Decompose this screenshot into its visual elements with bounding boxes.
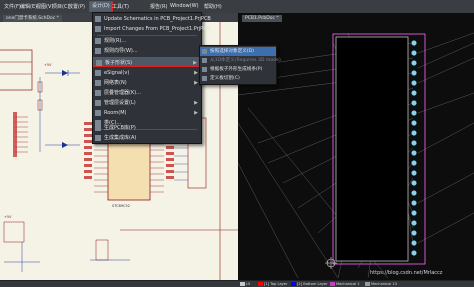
layer-color-swatch [240, 282, 245, 286]
primitives-icon [202, 67, 207, 72]
submenu-arrow-icon: ▶ [194, 80, 198, 86]
menu-item-import-changes[interactable]: Import Changes From PCB_Project1.PrjPCB [93, 24, 210, 34]
menu-view[interactable]: 视图(V) [36, 3, 53, 10]
menu-tools[interactable]: 工具(T) [112, 3, 129, 10]
svg-text:+5V: +5V [4, 215, 12, 219]
menu-bar: 文件(F) 编辑(E) 视图(V) 项目(C) 放置(P) 设计(D) 工具(T… [0, 0, 474, 14]
cutout-icon [202, 76, 207, 81]
rules-icon [95, 38, 101, 44]
layer-tab-bottom[interactable]: [2] Bottom Layer [291, 282, 328, 287]
submenu-item-define-board-cutout[interactable]: 定义板切割(C) [200, 74, 276, 83]
layer-sets-icon [95, 100, 101, 106]
submenu-item-create-primitives[interactable]: 根据板子外形生成线条(P) [200, 65, 276, 74]
layer-tab-ls[interactable]: LS [240, 282, 250, 287]
board-shape-icon [96, 60, 102, 66]
pcb-library-icon [95, 125, 101, 131]
layer-color-swatch [365, 282, 370, 286]
layer-tab-mechanical-13[interactable]: Mechanical 13 [365, 282, 397, 287]
layer-tab-top[interactable]: [1] Top Layer [258, 282, 287, 287]
design-menu-dropdown: Update Schematics in PCB_Project1.PrjPCB… [92, 12, 211, 144]
board-shape-submenu: 按照选择对象定义(D) 从3D体定义(Requires 3D mode) 根据板… [199, 45, 281, 85]
menu-reports[interactable]: 报告(R) [150, 3, 167, 10]
menu-item-room[interactable]: Room(M) ▶ [93, 108, 201, 118]
3d-body-icon [202, 58, 207, 63]
layer-color-swatch [258, 282, 263, 286]
watermark: https://blog.csdn.net/Mrlaccz [370, 270, 443, 276]
svg-text:STC89C52: STC89C52 [112, 204, 130, 208]
layer-tab-mechanical-1[interactable]: Mechanical 1 [330, 282, 360, 287]
menu-item-manage-layer-sets[interactable]: 管理层设置(L) ▶ [93, 98, 201, 108]
tab-schematic[interactable]: one门禁卡系统.SchDoc * [3, 15, 62, 22]
update-icon [95, 16, 101, 22]
submenu-item-define-from-selected[interactable]: 按照选择对象定义(D) [200, 47, 276, 56]
menu-place[interactable]: 放置(P) [68, 3, 85, 10]
import-icon [95, 26, 101, 32]
menu-item-rule-wizard[interactable]: 规则向导(W)... [93, 46, 201, 56]
menu-project[interactable]: 项目(C) [52, 3, 69, 10]
integrated-library-icon [95, 135, 101, 141]
submenu-arrow-icon: ▶ [194, 100, 198, 106]
layer-stack-icon [95, 90, 101, 96]
menu-help[interactable]: 帮助(H) [204, 3, 222, 10]
menu-file[interactable]: 文件(F) [4, 3, 21, 10]
layer-color-swatch [291, 282, 296, 286]
submenu-arrow-icon: ▶ [194, 70, 198, 76]
svg-text:+5V: +5V [44, 63, 52, 67]
layer-color-swatch [330, 282, 335, 286]
define-shape-icon [202, 49, 207, 54]
menu-item-layer-stack-manager[interactable]: 层叠管理器(K)... [93, 88, 201, 98]
menu-item-make-pcb-library[interactable]: 生成PCB库(P) [93, 123, 201, 133]
menu-edit[interactable]: 编辑(E) [20, 3, 37, 10]
menu-item-netlist[interactable]: 网络表(N) ▶ [93, 78, 201, 88]
submenu-arrow-icon: ▶ [194, 110, 198, 116]
menu-window[interactable]: Window(W) [170, 3, 199, 9]
menu-item-make-integrated-library[interactable]: 生成集成库(A) [93, 133, 201, 143]
menu-item-update-schematics[interactable]: Update Schematics in PCB_Project1.PrjPCB [93, 14, 211, 24]
submenu-arrow-icon: ▶ [193, 60, 197, 66]
wizard-icon [95, 48, 101, 54]
menu-item-esignal[interactable]: eSignal(v) ▶ [93, 68, 201, 78]
menu-item-rules[interactable]: 规则(R)... [93, 36, 201, 46]
esignal-icon [95, 70, 101, 76]
room-icon [95, 110, 101, 116]
submenu-item-define-from-3d[interactable]: 从3D体定义(Requires 3D mode) [200, 56, 281, 65]
menu-design[interactable]: 设计(D) [89, 1, 113, 12]
netlist-icon [95, 80, 101, 86]
menu-item-board-shape[interactable]: 板子形状(S) ▶ [93, 57, 201, 67]
